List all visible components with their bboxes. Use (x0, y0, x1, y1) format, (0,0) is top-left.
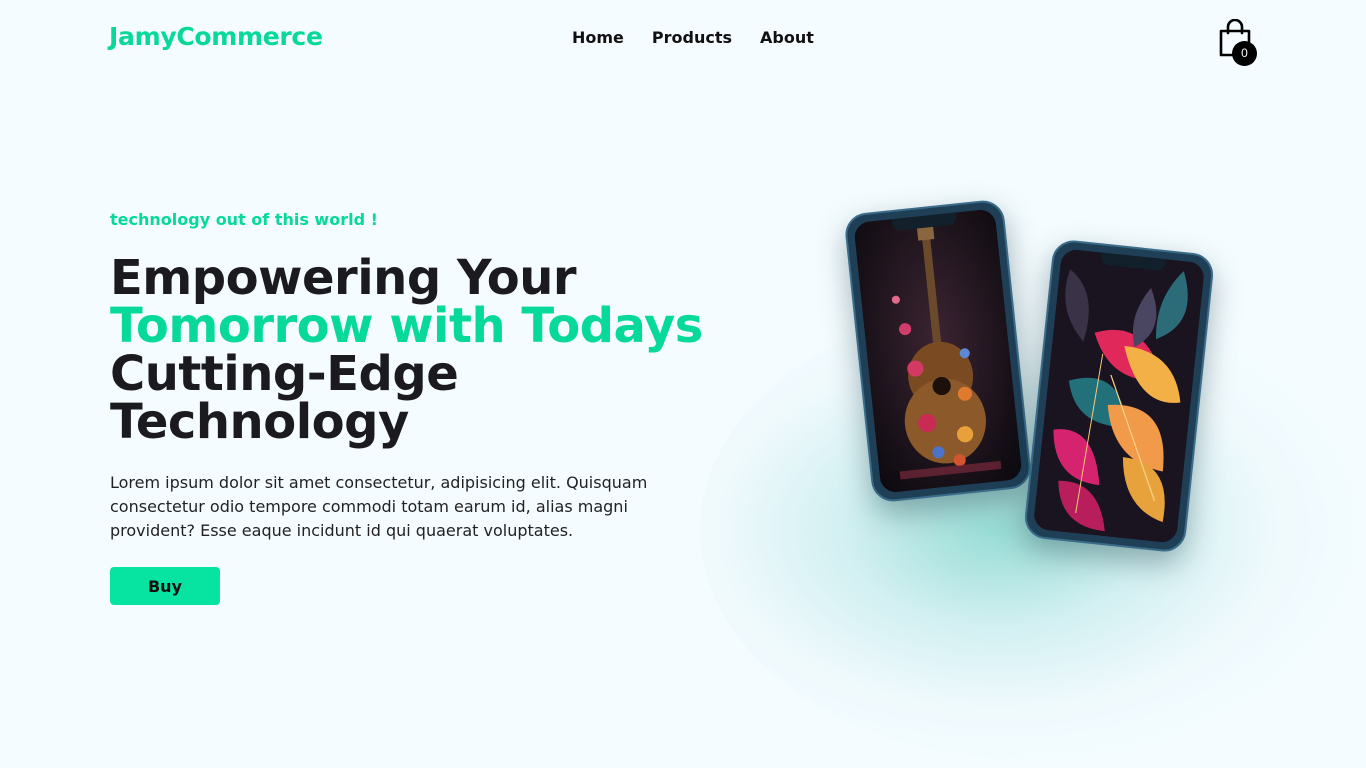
nav-link-products[interactable]: Products (652, 28, 732, 47)
nav-link-about[interactable]: About (760, 28, 814, 47)
cart-count-badge: 0 (1232, 41, 1257, 66)
phone-frame (843, 198, 1033, 504)
site-logo[interactable]: JamyCommerce (109, 22, 323, 51)
nav-links: Home Products About (572, 28, 814, 47)
headline-line-3: Cutting-Edge Technology (110, 346, 459, 450)
headline-line-2: Tomorrow with Todays (110, 298, 703, 354)
hero-tagline: technology out of this world ! (110, 210, 378, 229)
nav-link-home[interactable]: Home (572, 28, 624, 47)
hero-section: technology out of this world ! Empowerin… (110, 210, 750, 605)
buy-button[interactable]: Buy (110, 567, 220, 605)
phone-screen (853, 208, 1023, 494)
leaves-artwork (1032, 248, 1206, 544)
phone-frame (1022, 238, 1216, 554)
guitar-artwork (853, 208, 1023, 494)
phone-image-guitar (843, 198, 1033, 504)
phone-screen (1032, 248, 1206, 544)
cart-button[interactable]: 0 (1218, 19, 1258, 66)
hero-headline: Empowering Your Tomorrow with Todays Cut… (110, 254, 750, 446)
navbar: JamyCommerce Home Products About 0 (0, 0, 1366, 76)
phone-image-leaves (1022, 238, 1216, 554)
hero-description: Lorem ipsum dolor sit amet consectetur, … (110, 473, 648, 540)
headline-line-1: Empowering Your (110, 250, 577, 306)
